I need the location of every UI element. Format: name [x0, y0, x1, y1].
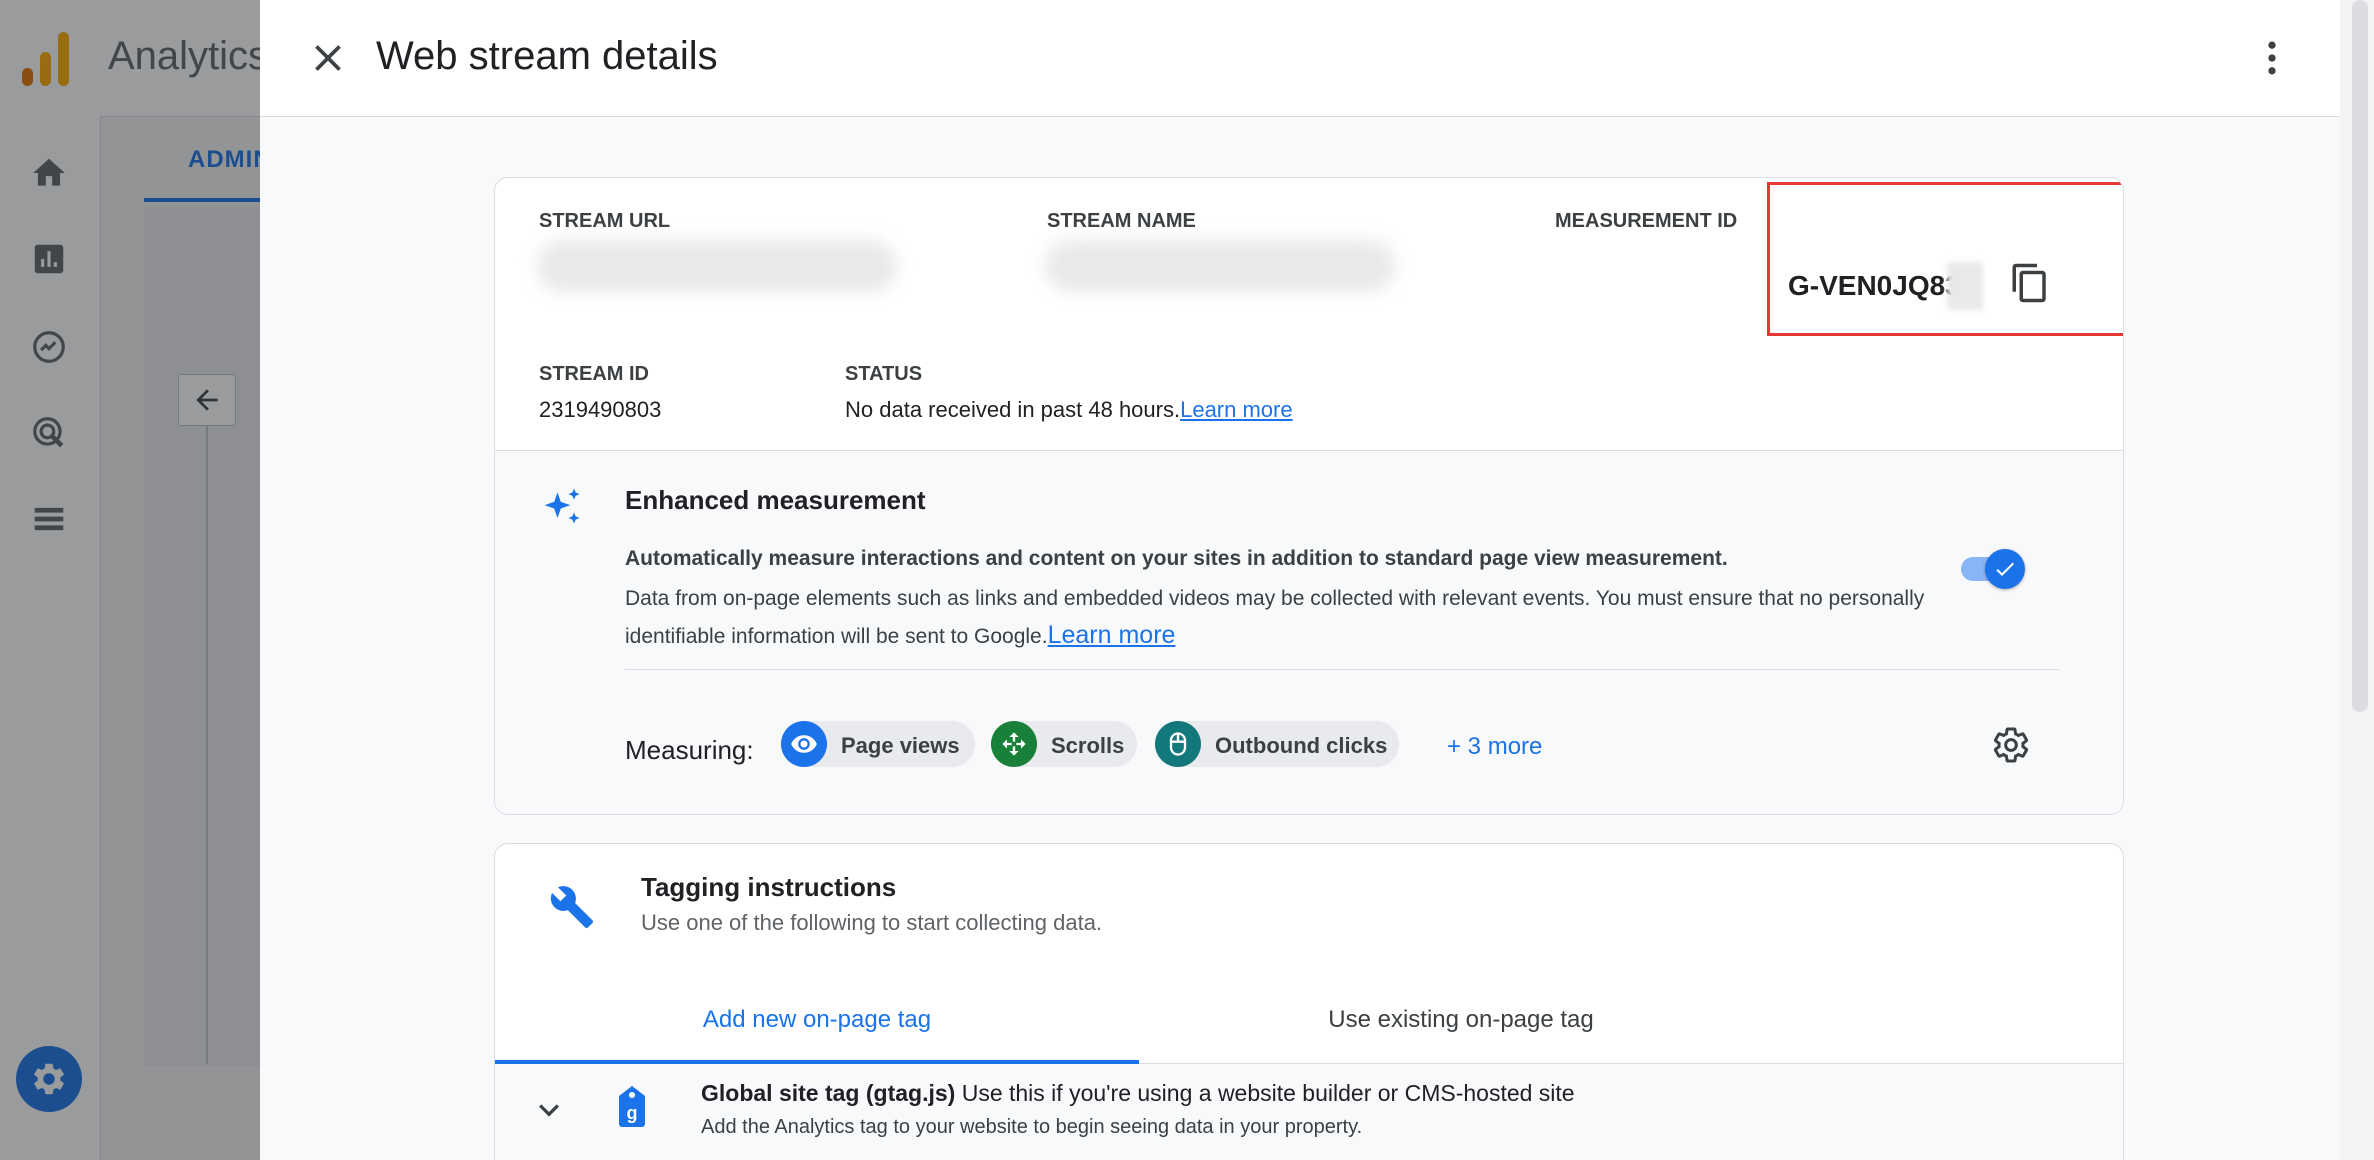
- status-value: No data received in past 48 hours.Learn …: [845, 397, 1293, 423]
- chip-scrolls[interactable]: Scrolls: [991, 721, 1137, 767]
- more-options-button[interactable]: [2250, 36, 2294, 80]
- scroll-icon: [991, 721, 1037, 767]
- check-icon: [1996, 562, 2014, 576]
- chip-label: Page views: [841, 733, 960, 758]
- eye-icon: [781, 721, 827, 767]
- close-button[interactable]: [306, 36, 350, 80]
- enhanced-measurement-title: Enhanced measurement: [625, 485, 926, 515]
- web-stream-details-drawer: Web stream details STREAM URL STREAM NAM…: [260, 0, 2340, 1160]
- measurement-id-value: G-VEN0JQ83: [1788, 270, 1961, 301]
- enhanced-measurement-section: Enhanced measurement Automatically measu…: [495, 450, 2123, 814]
- measurement-id-redacted: [1947, 262, 1983, 310]
- tab-use-existing-on-page-tag[interactable]: Use existing on-page tag: [1139, 984, 1783, 1062]
- enhanced-measurement-summary: Automatically measure interactions and c…: [625, 547, 1728, 570]
- drawer-title: Web stream details: [376, 34, 718, 78]
- close-icon: [315, 45, 341, 71]
- tagging-subtitle: Use one of the following to start collec…: [641, 910, 1103, 935]
- stream-id-label: STREAM ID: [539, 363, 649, 385]
- chip-outbound-clicks[interactable]: Outbound clicks: [1155, 721, 1399, 767]
- gtag-title-rest: Use this if you're using a website build…: [961, 1080, 1575, 1106]
- measuring-label: Measuring:: [625, 735, 754, 765]
- chip-label: Outbound clicks: [1215, 733, 1388, 758]
- stream-id-value: 2319490803: [539, 397, 662, 422]
- gtag-title: Global site tag (gtag.js) Use this if yo…: [701, 1080, 1575, 1107]
- more-events-link[interactable]: + 3 more: [1447, 733, 1542, 761]
- copy-icon[interactable]: [2009, 262, 2051, 304]
- stream-details-card: STREAM URL STREAM NAME MEASUREMENT ID G-…: [494, 177, 2124, 815]
- gtag-option-row[interactable]: g Global site tag (gtag.js) Use this if …: [495, 1064, 2123, 1160]
- sparkle-icon: [541, 485, 585, 529]
- chip-label: Scrolls: [1051, 733, 1125, 758]
- stream-url-value-redacted: [537, 240, 897, 292]
- chip-page-views[interactable]: Page views: [781, 721, 975, 767]
- more-vert-icon: [2268, 41, 2276, 75]
- tagging-instructions-card: Tagging instructions Use one of the foll…: [494, 843, 2124, 1160]
- gtag-title-bold: Global site tag (gtag.js): [701, 1080, 956, 1106]
- enhanced-measurement-toggle[interactable]: [1961, 549, 2025, 589]
- measurement-id-highlight: [1767, 182, 2123, 336]
- status-label: STATUS: [845, 363, 923, 385]
- tab-add-new-on-page-tag[interactable]: Add new on-page tag: [495, 984, 1139, 1062]
- stream-name-value-redacted: [1045, 240, 1395, 292]
- svg-text:g: g: [627, 1103, 638, 1123]
- enhanced-learn-more-link[interactable]: Learn more: [1048, 621, 1176, 649]
- gtag-subtitle: Add the Analytics tag to your website to…: [701, 1116, 1363, 1138]
- measurement-id-label: MEASUREMENT ID: [1555, 210, 1738, 232]
- drawer-header: Web stream details: [260, 0, 2340, 117]
- toggle-knob: [1985, 549, 2025, 589]
- status-text: No data received in past 48 hours.: [845, 397, 1181, 422]
- tag-icon: g: [615, 1084, 649, 1128]
- wrench-icon: [549, 884, 595, 930]
- tab-label: Add new on-page tag: [702, 1006, 932, 1033]
- divider: [625, 669, 2059, 670]
- tab-label: Use existing on-page tag: [1328, 1006, 1594, 1033]
- scrollbar-thumb[interactable]: [2352, 0, 2368, 712]
- enhanced-measurement-description: Data from on-page elements such as links…: [625, 581, 1965, 655]
- tagging-title: Tagging instructions: [641, 872, 897, 902]
- stream-url-label: STREAM URL: [539, 210, 671, 232]
- enhanced-measurement-desc-text: Data from on-page elements such as links…: [625, 587, 1925, 648]
- settings-gear-icon[interactable]: [1991, 725, 2031, 765]
- chevron-down-icon[interactable]: [529, 1090, 569, 1130]
- stream-name-label: STREAM NAME: [1047, 210, 1196, 232]
- status-learn-more-link[interactable]: Learn more: [1180, 397, 1293, 422]
- mouse-icon: [1155, 721, 1201, 767]
